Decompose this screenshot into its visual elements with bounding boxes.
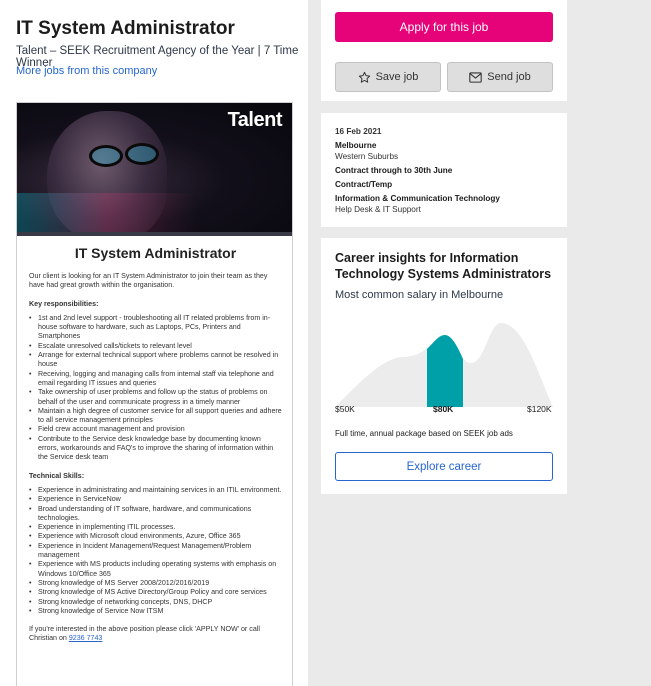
list-item: Field crew account management and provis… (29, 425, 282, 435)
job-area: Western Suburbs (335, 151, 399, 161)
phone-link[interactable]: 9236 7743 (69, 634, 103, 642)
apply-card: Apply for this job Save job Send job (321, 0, 567, 101)
list-item: Maintain a high degree of customer servi… (29, 407, 282, 426)
star-icon (358, 71, 370, 83)
glasses-icon (125, 143, 159, 165)
salary-distribution-chart (335, 323, 553, 407)
list-item: Experience with MS products including op… (29, 560, 282, 579)
ad-body: IT System Administrator Our client is lo… (17, 236, 292, 644)
list-item: Arrange for external technical support w… (29, 351, 282, 370)
ad-outro: If you're interested in the above positi… (29, 625, 282, 644)
banner-glow (17, 193, 197, 232)
contract-note: Contract through to 30th June (335, 165, 453, 175)
list-item: Broad understanding of IT software, hard… (29, 505, 282, 524)
job-meta-card: 16 Feb 2021 Melbourne Western Suburbs Co… (321, 113, 567, 227)
list-item: Contribute to the Service desk knowledge… (29, 435, 282, 463)
job-details-panel: IT System Administrator Talent – SEEK Re… (0, 0, 308, 686)
career-insights-card: Career insights for Information Technolo… (321, 238, 567, 494)
list-item: Experience in implementing ITIL processe… (29, 523, 282, 533)
ad-intro: Our client is looking for an IT System A… (29, 272, 268, 290)
list-item: Escalate unresolved calls/tickets to rel… (29, 342, 282, 352)
salary-subtitle: Most common salary in Melbourne (335, 289, 504, 301)
skills-list: Experience in administrating and maintai… (29, 486, 282, 616)
job-ad: Talent IT System Administrator Our clien… (16, 102, 293, 686)
career-insights-title: Career insights for Information Technolo… (335, 251, 552, 281)
job-classification: Information & Communication Technology (335, 194, 500, 204)
job-sub-classification: Help Desk & IT Support (335, 204, 421, 214)
explore-career-button[interactable]: Explore career (335, 452, 553, 481)
list-item: Experience in Incident Management/Reques… (29, 542, 282, 561)
list-item: Experience in ServiceNow (29, 495, 282, 505)
list-item: Experience with Microsoft cloud environm… (29, 532, 282, 542)
skills-heading: Technical Skills: (29, 471, 85, 480)
salary-tick-low: $50K (335, 404, 355, 414)
list-item: Experience in administrating and maintai… (29, 486, 282, 496)
list-item: Strong knowledge of MS Active Directory/… (29, 588, 282, 598)
ad-outro-text: If you're interested in the above positi… (29, 625, 260, 643)
list-item: Strong knowledge of Service Now ITSM (29, 607, 282, 617)
glasses-icon (89, 145, 123, 167)
send-job-button[interactable]: Send job (447, 62, 553, 92)
salary-highlight-bar (427, 335, 463, 407)
apply-button[interactable]: Apply for this job (335, 12, 553, 42)
listing-date: 16 Feb 2021 (335, 127, 382, 136)
salary-tick-mid: $80K (433, 404, 454, 414)
send-job-label: Send job (487, 71, 531, 83)
ad-banner: Talent (17, 103, 292, 232)
envelope-icon (469, 71, 483, 83)
responsibilities-heading: Key responsibilities: (29, 299, 99, 308)
work-type: Contract/Temp (335, 180, 393, 190)
job-title: IT System Administrator (16, 18, 235, 39)
list-item: 1st and 2nd level support - troubleshoot… (29, 314, 282, 342)
list-item: Receiving, logging and managing calls fr… (29, 370, 282, 389)
job-location: Melbourne (335, 141, 377, 151)
save-job-label: Save job (375, 71, 419, 83)
list-item: Strong knowledge of networking concepts,… (29, 598, 282, 608)
salary-tick-high: $120K (527, 404, 552, 414)
responsibilities-list: 1st and 2nd level support - troubleshoot… (29, 314, 282, 463)
save-job-button[interactable]: Save job (335, 62, 441, 92)
ad-title: IT System Administrator (74, 245, 237, 261)
more-jobs-link[interactable]: More jobs from this company (16, 65, 157, 77)
talent-logo: Talent (227, 109, 283, 131)
list-item: Take ownership of user problems and foll… (29, 388, 282, 407)
salary-note: Full time, annual package based on SEEK … (335, 429, 513, 438)
list-item: Strong knowledge of MS Server 2008/2012/… (29, 579, 282, 589)
